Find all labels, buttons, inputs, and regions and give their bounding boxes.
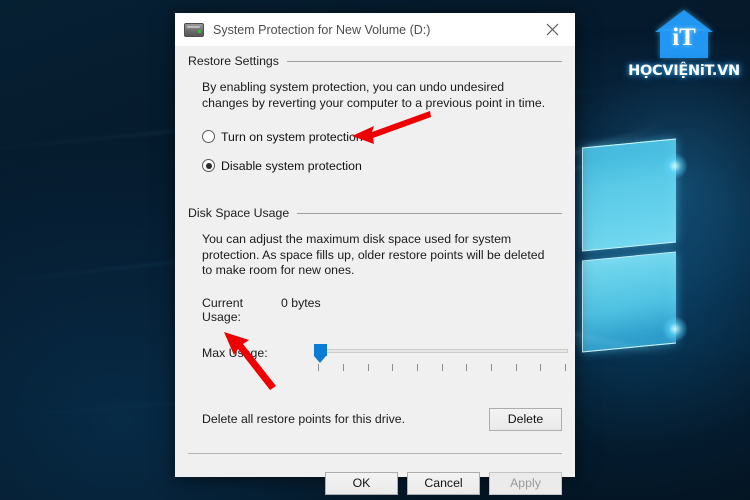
dialog-titlebar: System Protection for New Volume (D:) — [175, 13, 575, 46]
restore-settings-header: Restore Settings — [188, 54, 562, 68]
radio-icon-checked[interactable] — [202, 159, 215, 172]
radio-label-disable: Disable system protection — [221, 158, 362, 173]
disk-space-usage-header: Disk Space Usage — [188, 206, 562, 220]
max-usage-row: Max Usage: — [202, 343, 569, 374]
radio-icon-unchecked[interactable] — [202, 130, 215, 143]
glow-point — [662, 316, 688, 342]
slider-tick — [342, 363, 344, 371]
cancel-button[interactable]: Cancel — [407, 471, 480, 495]
radio-turn-on-system-protection[interactable]: Turn on system protection — [202, 127, 562, 146]
radio-label-turn-on: Turn on system protection — [221, 129, 363, 144]
dialog-content: Restore Settings By enabling system prot… — [175, 46, 575, 495]
current-usage-row: Current Usage: 0 bytes — [202, 296, 562, 324]
hard-drive-icon — [184, 22, 204, 37]
restore-settings-group: Restore Settings By enabling system prot… — [188, 54, 562, 175]
watermark-brand-text: HỌCVIỆNiT.VN — [628, 63, 740, 79]
ok-button[interactable]: OK — [325, 471, 398, 495]
delete-restore-points-row: Delete all restore points for this drive… — [202, 407, 562, 431]
slider-track[interactable] — [320, 348, 569, 353]
slider-tick — [466, 363, 468, 371]
slider-tick-marks — [318, 363, 566, 371]
slider-tick — [565, 363, 566, 371]
restore-settings-description: By enabling system protection, you can u… — [202, 80, 546, 110]
max-usage-slider[interactable] — [310, 343, 569, 374]
group-divider — [286, 60, 562, 62]
max-usage-label: Max Usage: — [202, 345, 268, 360]
close-button[interactable] — [530, 13, 575, 46]
group-divider — [297, 212, 562, 214]
slider-tick — [515, 363, 517, 371]
window-pane-upper — [582, 138, 676, 252]
glow-point — [662, 153, 688, 179]
disk-space-usage-description: You can adjust the maximum disk space us… — [202, 232, 545, 277]
apply-button[interactable]: Apply — [489, 471, 562, 495]
dialog-footer-buttons: OK Cancel Apply — [188, 471, 562, 495]
slider-tick — [392, 363, 394, 371]
close-icon — [546, 23, 559, 36]
footer-divider — [188, 452, 562, 454]
current-usage-label: Current Usage: — [202, 295, 244, 324]
desktop-background: iT HỌCVIỆNiT.VN System Protection for Ne… — [0, 0, 750, 500]
slider-thumb[interactable] — [314, 343, 328, 363]
disk-space-usage-title: Disk Space Usage — [188, 206, 290, 220]
radio-disable-system-protection[interactable]: Disable system protection — [202, 156, 562, 175]
current-usage-value: 0 bytes — [281, 295, 321, 310]
dialog-title: System Protection for New Volume (D:) — [213, 22, 431, 37]
house-icon: iT — [628, 8, 740, 64]
slider-tick — [540, 363, 542, 371]
slider-tick — [441, 363, 443, 371]
slider-thumb-pointer — [314, 355, 327, 363]
windows-logo-wallpaper — [444, 122, 750, 473]
disk-space-usage-group: Disk Space Usage You can adjust the maxi… — [188, 206, 569, 374]
delete-button[interactable]: Delete — [489, 407, 562, 431]
watermark-logo: iT HỌCVIỆNiT.VN — [628, 8, 740, 90]
slider-thumb-body — [314, 343, 328, 356]
restore-settings-title: Restore Settings — [188, 54, 279, 68]
slider-tick — [367, 363, 369, 371]
delete-restore-points-text: Delete all restore points for this drive… — [202, 412, 405, 426]
slider-tick — [318, 363, 320, 371]
system-protection-dialog: System Protection for New Volume (D:) Re… — [175, 13, 575, 495]
watermark-icon-text: iT — [672, 24, 696, 51]
slider-tick — [490, 363, 492, 371]
slider-tick — [416, 363, 418, 371]
